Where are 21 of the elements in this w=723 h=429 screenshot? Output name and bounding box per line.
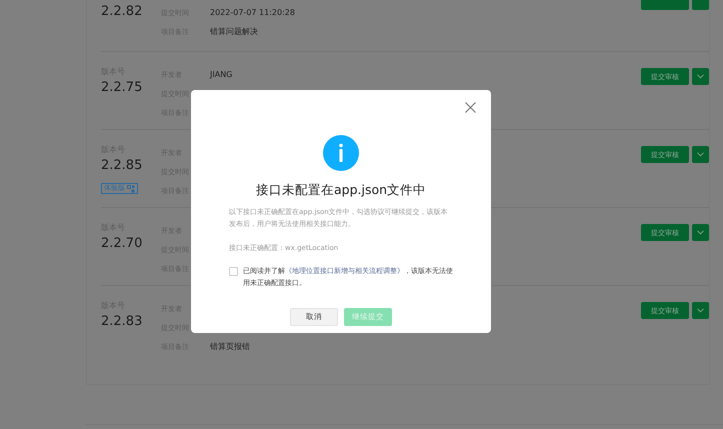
info-icon [323,135,359,171]
version-number: 2.2.85 [101,157,144,175]
dropdown-button[interactable] [692,224,709,241]
close-icon[interactable] [465,102,476,113]
agreement-checkbox[interactable] [229,267,238,276]
field-value: JIANG [210,70,232,79]
version-number: 2.2.82 [101,3,144,21]
version-number: 2.2.83 [101,313,144,331]
field-value: 错算页报错 [210,341,250,352]
chevron-down-icon [697,230,704,235]
dropdown-button[interactable] [692,68,709,85]
dialog-title: 接口未配置在app.json文件中 [256,182,426,198]
chevron-down-icon [697,308,704,313]
version-number: 2.2.70 [101,235,144,253]
chevron-down-icon [697,152,704,157]
dropdown-button[interactable] [692,302,709,319]
dropdown-button[interactable] [692,146,709,163]
version-number: 2.2.75 [101,79,144,97]
chevron-down-icon [697,74,704,79]
field-value: 2022-07-07 11:20:28 [210,8,295,17]
field-value: 错算问题解决 [210,26,258,37]
